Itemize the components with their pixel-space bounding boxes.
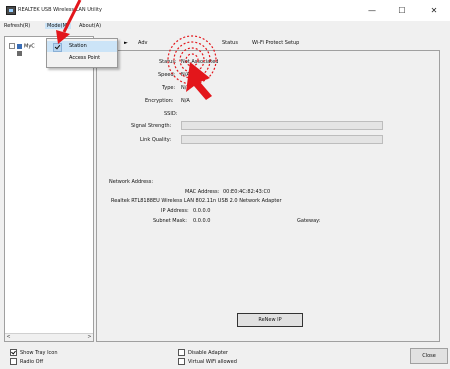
title-bar[interactable]: REALTEK USB Wireless LAN Utility — ☐ ✕ [0, 0, 450, 21]
mac-address-value: 00:E0:4C:82:43:C0 [223, 189, 271, 195]
menu-mode[interactable]: Mode(M) [45, 23, 71, 29]
close-button[interactable]: Close [410, 348, 448, 364]
computer-icon [17, 43, 22, 49]
general-panel: Status: Not Associated Speed: N/A Type: … [96, 50, 440, 342]
subnet-mask-value: 0.0.0.0 [193, 218, 211, 224]
checkbox-unchecked-icon[interactable] [178, 349, 185, 356]
show-tray-icon-label: Show Tray Icon [20, 350, 58, 356]
mac-address-label: MAC Address: [185, 189, 220, 195]
type-value: N/A [181, 85, 190, 91]
checkbox-checked-icon[interactable] [10, 349, 17, 356]
expander-icon[interactable] [9, 43, 15, 49]
tab-advanced[interactable]: Adv [138, 40, 147, 46]
app-icon [6, 6, 16, 15]
ip-address-value: 0.0.0.0 [193, 208, 211, 214]
menu-item-station-label: Station [69, 43, 87, 49]
menu-item-station[interactable]: Station [47, 41, 117, 52]
type-label: Type: [162, 85, 176, 91]
renew-ip-button[interactable]: ReNew IP [237, 313, 303, 327]
adapter-tree[interactable]: MyC < > [4, 36, 94, 342]
encryption-label: Encryption: [145, 98, 174, 104]
speed-value: N/A [181, 72, 190, 78]
tree-root-label: MyC [24, 43, 35, 50]
radio-off-checkbox[interactable]: Radio Off [10, 358, 43, 365]
ssid-label: SSID: [164, 111, 178, 117]
menu-item-access-point[interactable]: Access Point [47, 53, 117, 64]
link-quality-label: Link Quality: [140, 137, 172, 143]
network-address-title: Network Address: [109, 179, 154, 185]
ip-address-label: IP Address: [161, 208, 189, 214]
checkbox-unchecked-icon[interactable] [10, 358, 17, 365]
scroll-right-icon[interactable]: > [86, 334, 93, 341]
adapter-icon[interactable] [17, 51, 22, 56]
gateway-label: Gateway: [297, 218, 321, 224]
close-window-button[interactable]: ✕ [420, 0, 448, 21]
adapter-name: Realtek RTL8188EU Wireless LAN 802.11n U… [111, 198, 282, 204]
status-value: Not Associated [181, 59, 219, 65]
checkbox-unchecked-icon[interactable] [178, 358, 185, 365]
tree-horizontal-scrollbar[interactable]: < > [5, 333, 93, 341]
subnet-mask-label: Subnet Mask: [153, 218, 187, 224]
menu-about[interactable]: About(A) [79, 23, 101, 29]
virtual-wifi-checkbox[interactable]: Virtual WiFi allowed [178, 358, 237, 365]
tab-scroll-left-icon[interactable]: ► [124, 40, 128, 46]
disable-adapter-label: Disable Adapter [188, 350, 228, 356]
menu-bar: Refresh(R) Mode(M) About(A) [0, 21, 450, 32]
menu-refresh[interactable]: Refresh(R) [4, 23, 30, 29]
signal-strength-bar [181, 121, 383, 130]
utility-window: REALTEK USB Wireless LAN Utility — ☐ ✕ R… [0, 0, 450, 369]
minimize-button[interactable]: — [358, 0, 386, 21]
status-label: Status: [159, 59, 177, 65]
menu-item-access-point-label: Access Point [69, 55, 101, 61]
signal-strength-label: Signal Strength: [131, 123, 172, 129]
virtual-wifi-label: Virtual WiFi allowed [188, 359, 237, 365]
radio-off-label: Radio Off [20, 359, 44, 365]
window-title: REALTEK USB Wireless LAN Utility [18, 7, 102, 13]
mode-dropdown-menu: Station Access Point [46, 38, 118, 68]
bottom-controls: Show Tray Icon Radio Off Disable Adapter… [0, 343, 450, 369]
disable-adapter-checkbox[interactable]: Disable Adapter [178, 349, 228, 356]
link-quality-bar [181, 135, 383, 144]
tab-status[interactable]: Status [222, 40, 238, 46]
tab-wifi-protect-setup[interactable]: Wi-Fi Protect Setup [252, 40, 299, 46]
maximize-button[interactable]: ☐ [388, 0, 416, 21]
show-tray-icon-checkbox[interactable]: Show Tray Icon [10, 349, 58, 356]
encryption-value: N/A [181, 98, 190, 104]
speed-label: Speed: [158, 72, 176, 78]
scroll-left-icon[interactable]: < [5, 334, 12, 341]
tree-root-item[interactable]: MyC [9, 43, 35, 50]
check-icon [53, 43, 62, 52]
